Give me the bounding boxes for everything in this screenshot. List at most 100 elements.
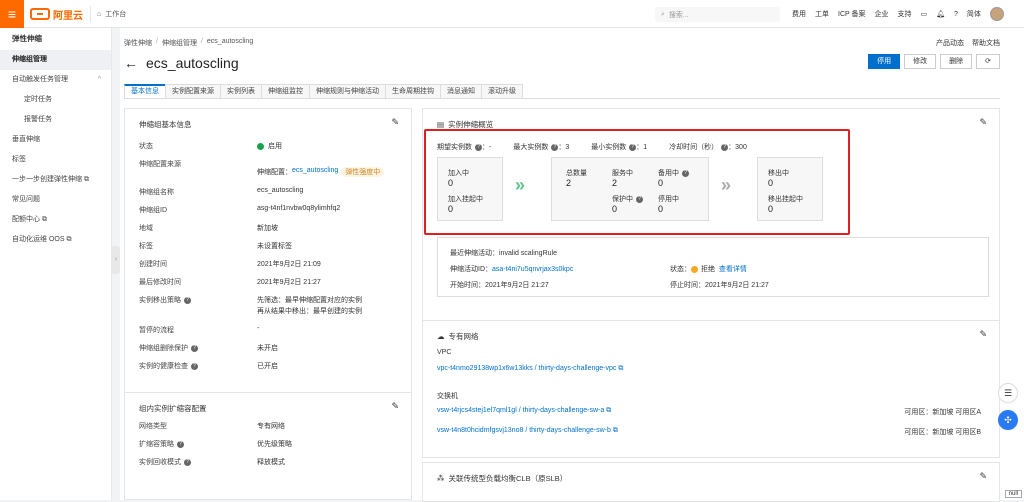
vsw-link[interactable]: vsw-t4rjcs4stej1el7qml1gl / thirty-days-…: [437, 407, 604, 414]
kv-value: 2021年9月2日 21:27: [257, 277, 321, 287]
kv-row: 最后修改时间2021年9月2日 21:27: [139, 277, 321, 287]
sidebar-item-tags[interactable]: 标签: [0, 150, 111, 170]
kv-key: 状态: [139, 141, 257, 151]
sidebar-item-group[interactable]: 伸缩组管理: [0, 50, 111, 70]
external-link-icon[interactable]: ⧉: [606, 407, 611, 414]
sidebar-title: 弹性伸缩: [0, 28, 111, 50]
card-title: ☁专有网络: [437, 331, 479, 342]
highlight-frame: [424, 129, 850, 235]
sidebar-item-oos[interactable]: 自动化运维 OOS ⧉: [0, 230, 111, 250]
chevron-up-icon: ^: [98, 70, 101, 90]
nav-support[interactable]: 支持: [898, 9, 912, 19]
vsw-link[interactable]: vsw-t4n8t0hcidmfgsvj13no8 / thirty-days-…: [437, 427, 611, 434]
screen-icon[interactable]: ▭: [921, 10, 928, 18]
aliyun-logo[interactable]: 阿里云: [30, 7, 83, 21]
tab-monitor[interactable]: 伸缩组监控: [261, 84, 310, 98]
kv-value: 未开启: [257, 343, 278, 353]
external-link-icon[interactable]: ⧉: [613, 427, 618, 434]
edit-icon[interactable]: ✎: [391, 401, 399, 412]
nav-enterprise[interactable]: 企业: [875, 9, 889, 19]
help-icon[interactable]: ?: [184, 297, 191, 304]
breadcrumb-item[interactable]: 伸缩组管理: [162, 38, 197, 48]
tab-lifecycle[interactable]: 生命周期挂钩: [385, 84, 441, 98]
kv-value: ecs_autoscling: [257, 187, 303, 197]
view-detail-link[interactable]: 查看详情: [719, 266, 747, 273]
tab-rules[interactable]: 伸缩规则与伸缩活动: [309, 84, 386, 98]
basic-info-card: 伸缩组基本信息 ✎ 状态启用 伸缩配置来源 伸缩配置：ecs_autosclin…: [124, 108, 412, 406]
sidebar-item-scheduled[interactable]: 定时任务: [0, 90, 111, 110]
kv-key-label: 实例的健康检查: [139, 363, 188, 370]
vsw-label: 交换机: [437, 391, 458, 401]
product-news-link[interactable]: 产品动态: [936, 38, 964, 48]
slb-card: ⁂关联传统型负载均衡CLB（原SLB） ✎: [422, 462, 1000, 502]
search-input[interactable]: ⌕ 搜索...: [655, 7, 780, 22]
help-icon[interactable]: ?: [177, 441, 184, 448]
cloud-icon: ☁: [437, 332, 445, 341]
kv-key: 网络类型: [139, 421, 257, 431]
help-icon[interactable]: ?: [191, 363, 198, 370]
activity-id: 伸缩活动ID：asa-t4ni7u5qnvrjax3s0kpc: [450, 264, 573, 274]
help-icon[interactable]: ?: [954, 11, 958, 18]
tab-rolling[interactable]: 滚动升级: [481, 84, 523, 98]
breadcrumb-item[interactable]: 弹性伸缩: [124, 38, 152, 48]
lang-switch[interactable]: 简体: [967, 9, 981, 19]
feedback-icon[interactable]: ☰: [998, 383, 1018, 403]
bell-icon[interactable]: 🔔︎: [936, 10, 945, 18]
kv-value: 新加坡: [257, 223, 278, 233]
sidebar-collapse-handle[interactable]: ‹: [112, 246, 120, 274]
logo-text: 阿里云: [53, 7, 83, 22]
page-title-row: ← ecs_autoscling: [124, 55, 239, 71]
activity-status-value: 拒绝: [701, 266, 715, 273]
delete-button[interactable]: 删除: [940, 54, 972, 69]
external-link-icon[interactable]: ⧉: [618, 365, 623, 372]
kv-value: 2021年9月2日 21:09: [257, 259, 321, 269]
kv-key: 扩缩容策略?: [139, 439, 257, 449]
kv-key: 实例的健康检查?: [139, 361, 257, 371]
tab-notify[interactable]: 消息通知: [440, 84, 482, 98]
nav-ticket[interactable]: 工单: [815, 9, 829, 19]
scale-config-card: 组内实例扩缩容配置 ✎ 网络类型专有网络 扩缩容策略?优先级策略 实例回收模式?…: [124, 392, 412, 500]
nav-icp[interactable]: ICP 备案: [838, 9, 866, 19]
activity-status-label: 状态：: [670, 266, 691, 273]
kv-row: 标签未设置标签: [139, 241, 292, 251]
tab-config-source[interactable]: 实例配置来源: [165, 84, 221, 98]
edit-icon[interactable]: ✎: [979, 117, 987, 128]
nav-fee[interactable]: 费用: [792, 9, 806, 19]
help-icon[interactable]: ?: [184, 459, 191, 466]
sidebar-item-quota[interactable]: 配额中心 ⧉: [0, 210, 111, 230]
sidebar-item-alarm[interactable]: 报警任务: [0, 110, 111, 130]
apps-icon[interactable]: ✣: [998, 410, 1018, 430]
edit-icon[interactable]: ✎: [979, 329, 987, 340]
sidebar-item-auto-task[interactable]: 自动触发任务管理^: [0, 70, 111, 90]
tab-instances[interactable]: 实例列表: [220, 84, 262, 98]
kv-key-label: 伸缩组删除保护: [139, 345, 188, 352]
modify-button[interactable]: 修改: [904, 54, 936, 69]
kv-value: -: [257, 325, 259, 335]
vpc-link[interactable]: vpc-t4nmo29138wp1x6w13kks / thirty-days-…: [437, 365, 616, 372]
kv-row: 伸缩组名称ecs_autoscling: [139, 187, 303, 197]
help-doc-link[interactable]: 帮助文档: [972, 38, 1000, 48]
sidebar-item-faq[interactable]: 常见问题: [0, 190, 111, 210]
config-link[interactable]: ecs_autoscling: [292, 167, 338, 177]
kv-key: 最后修改时间: [139, 277, 257, 287]
help-icon[interactable]: ?: [191, 345, 198, 352]
refresh-icon[interactable]: ⟳: [976, 54, 1000, 69]
sidebar-item-vertical[interactable]: 垂直伸缩: [0, 130, 111, 150]
kv-key: 伸缩组ID: [139, 205, 257, 215]
workbench-link[interactable]: ⌂ 工作台: [90, 6, 132, 22]
top-nav: 费用 工单 ICP 备案 企业 支持 ▭ 🔔︎ ? 简体: [792, 0, 1004, 28]
menu-icon[interactable]: ≡: [0, 0, 24, 28]
kv-value: 专有网络: [257, 421, 285, 431]
disable-button[interactable]: 停用: [868, 54, 900, 69]
edit-icon[interactable]: ✎: [979, 471, 987, 482]
kv-value: asg-t4nf1nvbw0q8ylimhfq2: [257, 205, 340, 215]
activity-id-link[interactable]: asa-t4ni7u5qnvrjax3s0kpc: [492, 266, 573, 273]
edit-icon[interactable]: ✎: [391, 117, 399, 128]
action-bar: 停用 修改 删除 ⟳: [868, 54, 1000, 69]
kv-key: 暂停的流程: [139, 325, 257, 335]
avatar[interactable]: [990, 7, 1004, 21]
sidebar-item-guide[interactable]: 一步一步创建弹性伸缩 ⧉: [0, 170, 111, 190]
back-arrow-icon[interactable]: ←: [124, 55, 138, 71]
kv-row: 伸缩配置：ecs_autoscling弹性强度中: [257, 167, 384, 177]
tab-basic[interactable]: 基本信息: [124, 84, 166, 98]
